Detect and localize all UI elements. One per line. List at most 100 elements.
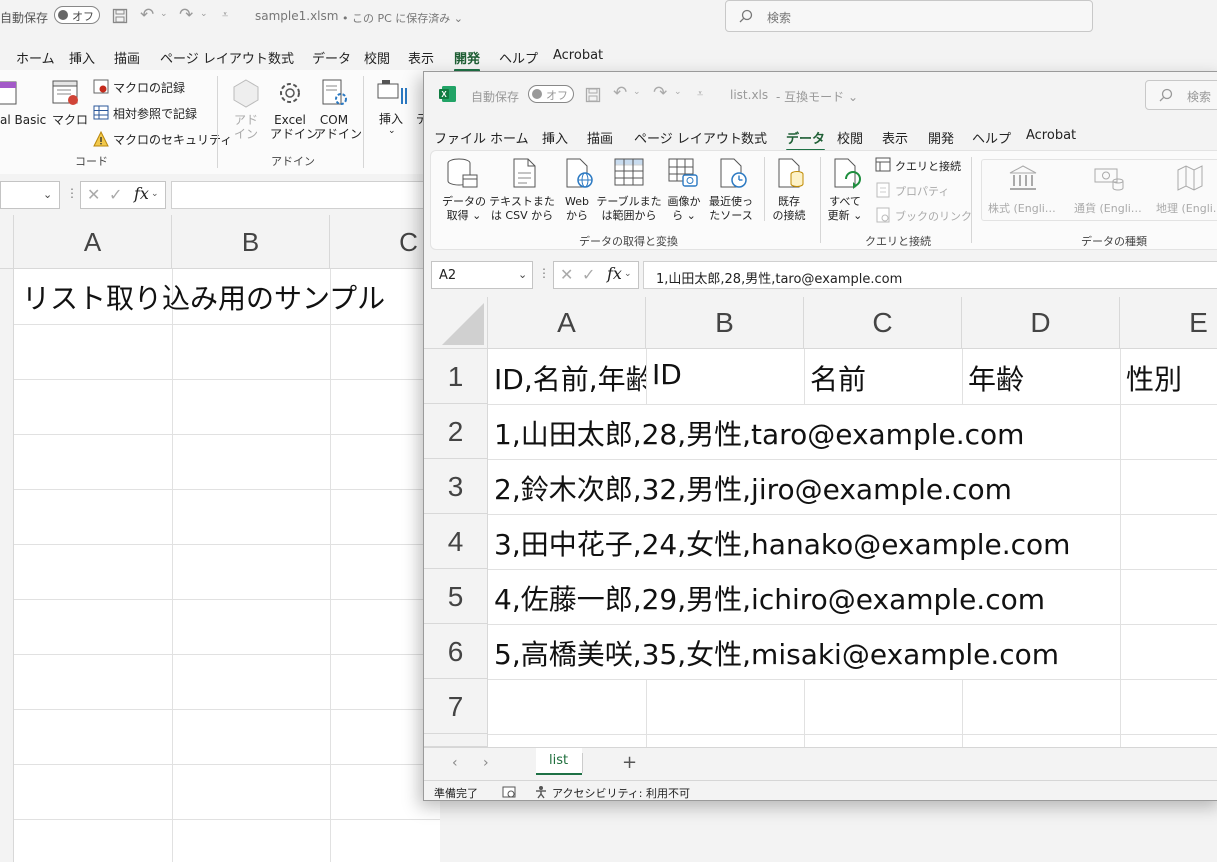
bg-menu-review[interactable]: 校閲	[364, 48, 390, 67]
refresh-all-icon[interactable]	[831, 157, 865, 191]
enter-icon[interactable]: ✓	[109, 185, 122, 204]
fg-cell-c1[interactable]: 名前	[810, 358, 866, 398]
namebox-dropdown-icon[interactable]: ⌄	[43, 188, 52, 201]
fg-menu-page-layout[interactable]: ページ レイアウト	[634, 128, 742, 147]
fg-menu-insert[interactable]: 挿入	[542, 128, 568, 147]
bg-menu-home[interactable]: ホーム	[16, 48, 55, 67]
fg-cell-e1[interactable]: 性別	[1126, 358, 1182, 398]
fg-col-header-a[interactable]: A	[488, 297, 646, 349]
fg-row-header-7[interactable]: 7	[424, 679, 488, 734]
fg-cell-a1[interactable]: ID,名前,年齢	[488, 349, 646, 404]
fg-row-header-4[interactable]: 4	[424, 514, 488, 569]
fg-menu-view[interactable]: 表示	[882, 128, 908, 147]
fg-compat-mode[interactable]: - 互換モード ⌄	[776, 88, 858, 105]
insert-dropdown-icon[interactable]: ⌄	[388, 126, 396, 136]
fg-cell-a4[interactable]: 3,田中花子,24,女性,hanako@example.com	[494, 523, 1070, 563]
fg-menu-home[interactable]: ホーム	[490, 128, 529, 147]
fg-col-header-e[interactable]: E	[1120, 297, 1217, 349]
warning-icon[interactable]	[93, 131, 109, 147]
relative-reference-label[interactable]: 相対参照で記録	[113, 105, 197, 122]
bg-menu-developer[interactable]: 開発	[454, 48, 481, 72]
bg-select-all[interactable]	[0, 215, 14, 269]
bg-menu-help[interactable]: ヘルプ	[499, 48, 538, 67]
excel-addins-label[interactable]: Excel アドイン	[270, 113, 318, 141]
accessibility-status[interactable]: アクセシビリティ: 利用不可	[552, 785, 690, 800]
from-web-label[interactable]: Web から	[559, 195, 595, 223]
fg-formula-input[interactable]: 1,山田太郎,28,男性,taro@example.com	[643, 261, 1217, 289]
bg-menu-acrobat[interactable]: Acrobat	[553, 48, 603, 63]
fg-cell-d1[interactable]: 年齢	[968, 358, 1024, 398]
sheet-scroll-left-icon[interactable]: ‹	[452, 755, 458, 771]
bg-col-header-a[interactable]: A	[14, 215, 172, 269]
fg-worksheet-grid[interactable]: A B C D E 1 2 3 4 5 6 7 ID,名前,年齢 ID 名前 年…	[424, 297, 1217, 747]
insert-controls-label[interactable]: 挿入	[379, 112, 403, 126]
bg-menu-page-layout[interactable]: ページ レイアウト	[160, 48, 268, 67]
com-addins-icon[interactable]	[320, 78, 350, 108]
web-globe-icon[interactable]	[563, 157, 595, 189]
bg-menu-formulas[interactable]: 数式	[268, 48, 294, 67]
bg-search-box[interactable]: 検索	[725, 0, 1093, 32]
undo-icon[interactable]: ↶	[613, 83, 627, 103]
bg-cell-a1[interactable]: リスト取り込み用のサンプル	[22, 277, 385, 317]
existing-connections-label[interactable]: 既存 の接続	[769, 195, 809, 223]
fg-row-header-8[interactable]	[424, 734, 488, 747]
fg-cell-a6[interactable]: 5,高橋美咲,35,女性,misaki@example.com	[494, 633, 1059, 673]
undo-icon[interactable]: ↶	[140, 5, 154, 25]
existing-connections-icon[interactable]	[775, 157, 807, 189]
save-icon[interactable]	[112, 8, 128, 24]
excel-addins-gear-icon[interactable]	[275, 78, 305, 108]
enter-icon[interactable]: ✓	[582, 265, 595, 284]
fg-menu-acrobat[interactable]: Acrobat	[1026, 128, 1076, 143]
fg-search-box[interactable]: 検索	[1145, 80, 1217, 110]
fg-menu-formulas[interactable]: 数式	[741, 128, 767, 147]
macro-security-label[interactable]: マクロのセキュリティ	[113, 131, 232, 148]
bg-row-header-strip[interactable]	[0, 269, 14, 862]
bg-menu-view[interactable]: 表示	[408, 48, 434, 67]
fg-row-header-5[interactable]: 5	[424, 569, 488, 624]
fx-dropdown-icon[interactable]: ⌄	[624, 269, 632, 279]
record-macro-label[interactable]: マクロの記録	[113, 79, 185, 96]
recent-sources-clock-icon[interactable]	[717, 157, 749, 189]
qat-customize-icon[interactable]: ⩡	[222, 8, 228, 22]
text-csv-label[interactable]: テキストまた は CSV から	[489, 195, 555, 223]
redo-icon[interactable]: ↷	[653, 83, 667, 103]
undo-dropdown-icon[interactable]: ⌄	[633, 87, 641, 97]
fg-menu-file[interactable]: ファイル	[434, 128, 486, 147]
undo-dropdown-icon[interactable]: ⌄	[160, 9, 168, 19]
from-table-label[interactable]: テーブルまた は範囲から	[596, 195, 662, 223]
com-addins-label[interactable]: COM アドイン	[314, 113, 362, 141]
fg-menu-draw[interactable]: 描画	[587, 128, 613, 147]
refresh-all-label[interactable]: すべて 更新 ⌄	[825, 195, 865, 223]
bg-worksheet-grid[interactable]: A B C リスト取り込み用のサンプル	[0, 215, 440, 862]
redo-dropdown-icon[interactable]: ⌄	[200, 9, 208, 19]
fg-select-all[interactable]	[424, 297, 488, 349]
macro-recording-icon[interactable]	[502, 785, 516, 799]
record-macro-icon[interactable]	[93, 79, 109, 95]
fg-col-header-b[interactable]: B	[646, 297, 804, 349]
fg-menu-help[interactable]: ヘルプ	[972, 128, 1011, 147]
recent-sources-label[interactable]: 最近使っ たソース	[706, 195, 756, 223]
fg-menu-developer[interactable]: 開発	[928, 128, 954, 147]
insert-controls-icon[interactable]	[376, 80, 410, 108]
fg-cell-a5[interactable]: 4,佐藤一郎,29,男性,ichiro@example.com	[494, 578, 1045, 618]
from-picture-label[interactable]: 画像か ら ⌄	[664, 195, 704, 223]
qat-customize-icon[interactable]: ⩡	[697, 87, 703, 101]
bg-save-status[interactable]: • この PC に保存済み ⌄	[342, 10, 463, 26]
insert-function-icon[interactable]: fx	[607, 264, 622, 283]
cancel-icon[interactable]: ✕	[87, 185, 100, 204]
redo-icon[interactable]: ↷	[179, 5, 193, 25]
bg-autosave-toggle[interactable]: オフ	[54, 6, 100, 24]
namebox-dropdown-icon[interactable]: ⌄	[518, 268, 527, 281]
fg-autosave-toggle[interactable]: オフ	[528, 85, 574, 103]
fg-menu-review[interactable]: 校閲	[837, 128, 863, 147]
queries-connections-icon[interactable]	[875, 157, 891, 173]
bg-formula-input[interactable]	[171, 181, 441, 209]
save-icon[interactable]	[585, 87, 601, 103]
bg-menu-insert[interactable]: 挿入	[69, 48, 95, 67]
from-picture-icon[interactable]	[667, 157, 699, 189]
visual-basic-icon[interactable]	[0, 78, 20, 108]
fg-menu-data[interactable]: データ	[786, 128, 826, 152]
fg-cell-a2[interactable]: 1,山田太郎,28,男性,taro@example.com	[494, 413, 1024, 453]
relative-reference-icon[interactable]	[93, 105, 109, 121]
redo-dropdown-icon[interactable]: ⌄	[674, 87, 682, 97]
